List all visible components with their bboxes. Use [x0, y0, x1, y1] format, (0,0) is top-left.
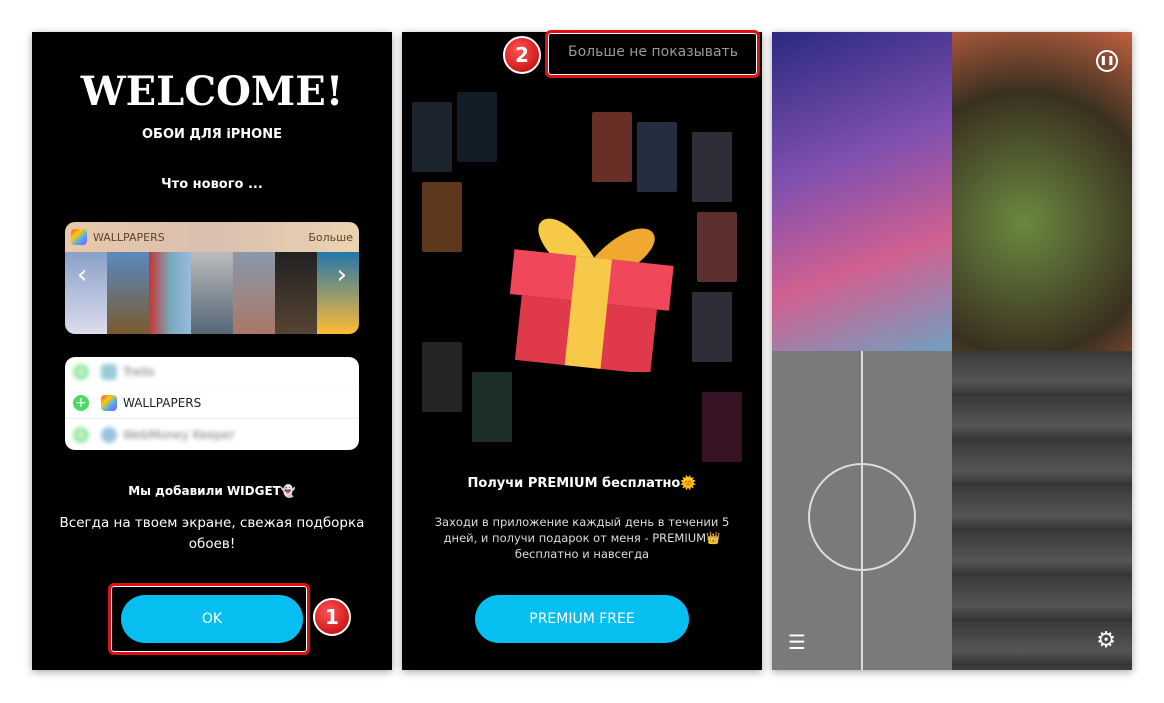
wallpaper-grid-screen: ❚❚ ☰ ⚙: [772, 32, 1132, 670]
welcome-screen: WELCOME! ОБОИ ДЛЯ iPHONE Что нового ... …: [32, 32, 392, 670]
list-item: + Trello: [65, 357, 359, 388]
step-badge-1: 1: [313, 598, 351, 636]
list-item-label: WebMoney Keeper: [123, 427, 235, 442]
widget-app-name: WALLPAPERS: [93, 230, 165, 244]
premium-screen: Получи PREMIUM бесплатно🌞 Заходи в прило…: [402, 32, 762, 670]
wallpaper-strip: [65, 252, 359, 334]
chevron-right-icon[interactable]: ›: [337, 260, 347, 290]
widget-added-text: Мы добавили WIDGET👻: [128, 484, 296, 498]
premium-free-button[interactable]: PREMIUM FREE: [475, 595, 689, 643]
add-icon: +: [73, 364, 89, 380]
gift-icon: [509, 218, 674, 372]
widget-list: + Trello + WALLPAPERS + WebMoney Keeper: [65, 357, 359, 450]
highlight-ok: [108, 583, 310, 655]
wallpaper-tile-wood[interactable]: [952, 351, 1132, 670]
gear-icon[interactable]: ⚙: [1096, 628, 1116, 653]
description: Всегда на твоем экране, свежая подборка …: [59, 515, 365, 552]
pause-icon[interactable]: ❚❚: [1096, 50, 1118, 72]
wallpaper-tile-field[interactable]: [772, 351, 952, 670]
widget-more-link[interactable]: Больше: [308, 231, 353, 244]
widget-preview: WALLPAPERS Больше ‹ ›: [65, 222, 359, 334]
list-item: + WALLPAPERS: [65, 388, 359, 419]
app-subtitle: ОБОИ ДЛЯ iPHONE: [141, 127, 282, 142]
list-item-label: WALLPAPERS: [123, 396, 202, 410]
wallpaper-tile-pixels[interactable]: [772, 32, 952, 351]
wallpaper-tile-cracked[interactable]: [952, 32, 1132, 351]
trello-icon: [101, 364, 117, 380]
whats-new-heading: Что нового ...: [161, 177, 263, 192]
welcome-title: WELCOME!: [80, 68, 344, 115]
webmoney-icon: [101, 426, 117, 443]
step-badge-2: 2: [503, 36, 541, 74]
list-item-label: Trello: [123, 365, 155, 379]
menu-icon[interactable]: ☰: [788, 630, 806, 654]
highlight-dont-show: [545, 30, 760, 78]
chevron-left-icon[interactable]: ‹: [77, 260, 87, 290]
add-icon: +: [73, 426, 89, 443]
wallpapers-app-icon: [101, 395, 117, 411]
add-icon: +: [73, 395, 89, 411]
wallpapers-app-icon: [71, 229, 87, 245]
premium-description: Заходи в приложение каждый день в течени…: [434, 515, 730, 561]
list-item: + WebMoney Keeper: [65, 419, 359, 450]
premium-title: Получи PREMIUM бесплатно🌞: [467, 476, 697, 491]
